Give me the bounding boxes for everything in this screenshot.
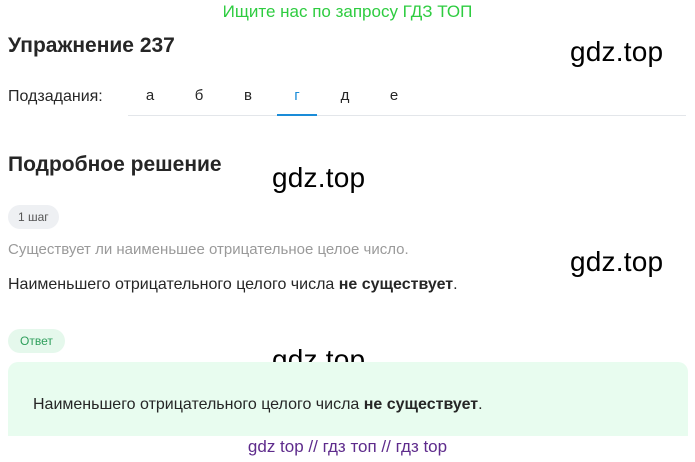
solution-text-bold: не существует xyxy=(338,276,454,293)
exercise-title: Упражнение 237 xyxy=(8,34,175,57)
tab-subtask-g[interactable]: г xyxy=(277,78,317,116)
footer-links[interactable]: gdz top // гдз топ // гдз top xyxy=(0,437,695,457)
answer-box: Наименьшего отрицательного целого числа … xyxy=(8,362,688,436)
question-text: Существует ли наименьшее отрицательное ц… xyxy=(8,241,409,258)
promo-banner[interactable]: Ищите нас по запросу ГДЗ ТОП xyxy=(0,2,695,22)
solution-text-suffix: . xyxy=(453,276,458,293)
solution-heading: Подробное решение xyxy=(8,153,222,176)
tab-subtask-b[interactable]: б xyxy=(179,78,219,116)
answer-text-bold: не существует xyxy=(363,396,479,413)
solution-text-prefix: Наименьшего отрицательного целого числа xyxy=(8,276,339,293)
answer-text: Наименьшего отрицательного целого числа … xyxy=(33,396,483,414)
subtask-tabs: а б в г д е xyxy=(128,78,686,116)
subtasks-label: Подзадания: xyxy=(8,88,103,105)
tab-subtask-d[interactable]: д xyxy=(325,78,365,116)
step-badge: 1 шаг xyxy=(8,205,59,229)
answer-badge: Ответ xyxy=(8,329,65,353)
answer-text-suffix: . xyxy=(478,396,483,413)
solution-text: Наименьшего отрицательного целого числа … xyxy=(8,276,458,294)
watermark-logo: gdz.top xyxy=(570,246,664,277)
tab-subtask-v[interactable]: в xyxy=(228,78,268,116)
tab-subtask-e[interactable]: е xyxy=(374,78,414,116)
watermark-logo: gdz.top xyxy=(570,36,664,67)
answer-text-prefix: Наименьшего отрицательного целого числа xyxy=(33,396,364,413)
tab-subtask-a[interactable]: а xyxy=(130,78,170,116)
watermark-logo: gdz.top xyxy=(272,162,366,193)
